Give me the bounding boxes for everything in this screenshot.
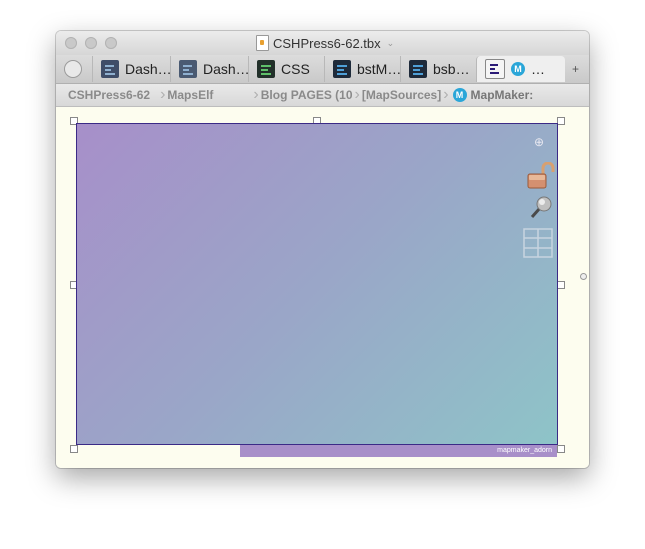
map-view-canvas: ⊕ mapmaker_adorn [56,107,589,468]
tab-dash-2[interactable]: Dash… [170,56,257,82]
tab-label: bstM… [357,61,402,77]
scroll-indicator[interactable] [580,273,587,280]
note-icon [485,59,505,79]
window-title[interactable]: CSHPress6-62.tbx ⌄ [256,35,394,51]
breadcrumb-item[interactable]: [MapSources] [360,88,443,102]
minimize-window-button[interactable] [85,37,97,49]
window-title-text: CSHPress6-62.tbx [273,35,381,51]
close-window-button[interactable] [65,37,77,49]
note-icon [179,60,197,78]
new-tab-button[interactable]: + [572,62,579,76]
resize-handle[interactable] [70,445,78,453]
pushpin-icon[interactable] [528,194,554,220]
resize-handle[interactable] [557,445,565,453]
tab-label: Dash… [203,61,250,77]
note-icon [257,60,275,78]
tab-mapmaker[interactable]: M … [476,56,565,82]
breadcrumb: CSHPress6-62 › MapsElf › Blog PAGES (10 … [56,84,589,107]
mapmaker-badge-icon: M [452,88,467,102]
chevron-down-icon: ⌄ [386,37,395,48]
breadcrumb-item[interactable]: MapsElf [165,88,223,102]
tab-bstm[interactable]: bstM… [324,56,409,82]
tab-label: Dash… [125,61,172,77]
unlocked-padlock-icon[interactable] [526,162,558,192]
resize-handle[interactable] [557,281,565,289]
tab-dash-1[interactable]: Dash… [92,56,179,82]
note-icon [333,60,351,78]
tab-bar: Dash… Dash… CSS bstM… bsb… M … + [56,55,589,84]
note-icon [101,60,119,78]
adornment-label[interactable]: mapmaker_adorn [240,445,557,457]
mapmaker-badge-icon: M [511,62,525,76]
breadcrumb-item[interactable]: M MapMaker: [449,88,544,102]
breadcrumb-item[interactable]: Blog PAGES (10 [259,88,355,102]
tab-label: CSS [281,61,310,77]
tab-label: … [531,61,545,77]
zoom-window-button[interactable] [105,37,117,49]
note-icon [409,60,427,78]
tab-label: bsb… [433,61,470,77]
map-area[interactable]: ⊕ [76,123,558,445]
tab-overview-button[interactable] [64,60,82,78]
tab-css[interactable]: CSS [248,56,333,82]
document-icon [256,35,269,51]
app-window: CSHPress6-62.tbx ⌄ Dash… Dash… CSS bstM…… [56,31,589,468]
breadcrumb-item[interactable]: CSHPress6-62 [56,88,160,102]
tab-bsb[interactable]: bsb… [400,56,481,82]
grid-icon[interactable] [523,228,553,258]
zoom-plus-icon[interactable]: ⊕ [533,135,545,149]
title-bar: CSHPress6-62.tbx ⌄ [56,31,589,55]
resize-handle[interactable] [557,117,565,125]
